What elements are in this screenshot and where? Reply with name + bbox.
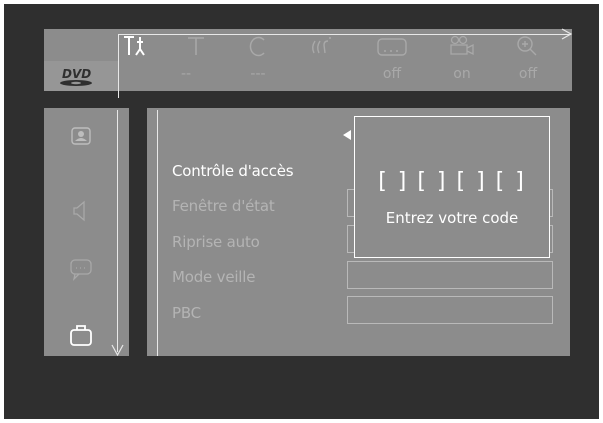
code-entry-slots[interactable]: [ ] [ ] [ ] [ ] [355, 169, 549, 194]
standby-mode-field[interactable] [347, 261, 553, 289]
osd-screen: DVD -- --- off on off Contrôle d'accès F… [4, 4, 599, 419]
caption-value: off [382, 66, 402, 82]
subtitle-value: -- [180, 66, 192, 82]
top-guide-line [118, 34, 571, 35]
preferences-briefcase-icon[interactable] [64, 320, 98, 350]
chapter-c-icon[interactable] [240, 33, 276, 59]
menu-item-status-window[interactable]: Fenêtre d'état [172, 197, 275, 215]
speech-bubble-icon[interactable] [64, 254, 98, 284]
dvd-logo-text: DVD [62, 67, 91, 81]
speaker-icon[interactable] [64, 196, 98, 226]
menu-item-access-control[interactable]: Contrôle d'accès [172, 162, 294, 180]
picture-icon[interactable] [64, 122, 98, 152]
dvd-source-cell: DVD [44, 61, 118, 91]
menu-item-auto-resume[interactable]: Riprise auto [172, 233, 260, 251]
top-value-strip [44, 61, 572, 91]
top-menu-bar: DVD -- --- off on off [44, 29, 572, 101]
scroll-down-arrow-icon [111, 344, 124, 356]
menu-item-standby-mode[interactable]: Mode veille [172, 268, 255, 286]
top-guide-vline [118, 34, 119, 98]
setup-tools-icon[interactable] [120, 33, 156, 59]
zoom-value: off [518, 66, 538, 82]
angle-value: on [453, 66, 471, 82]
pbc-field[interactable] [347, 296, 553, 324]
dvd-logo-icon: DVD [60, 67, 92, 86]
camera-angle-icon[interactable] [444, 33, 480, 59]
subtitle-t-icon[interactable] [178, 33, 214, 59]
menu-item-pbc[interactable]: PBC [172, 304, 201, 322]
chapter-value: --- [250, 66, 266, 82]
caption-box-icon[interactable] [374, 33, 410, 59]
scroll-right-arrow-icon [561, 28, 573, 40]
sidebar-guide-line [117, 110, 118, 352]
code-entry-hint: Entrez votre code [385, 209, 519, 227]
selection-pointer-icon [343, 130, 351, 140]
access-code-popup[interactable]: [ ] [ ] [ ] [ ] Entrez votre code [354, 116, 550, 258]
zoom-icon[interactable] [510, 33, 546, 59]
sound-waves-icon[interactable] [306, 33, 342, 59]
panel-guide-line [157, 110, 158, 356]
